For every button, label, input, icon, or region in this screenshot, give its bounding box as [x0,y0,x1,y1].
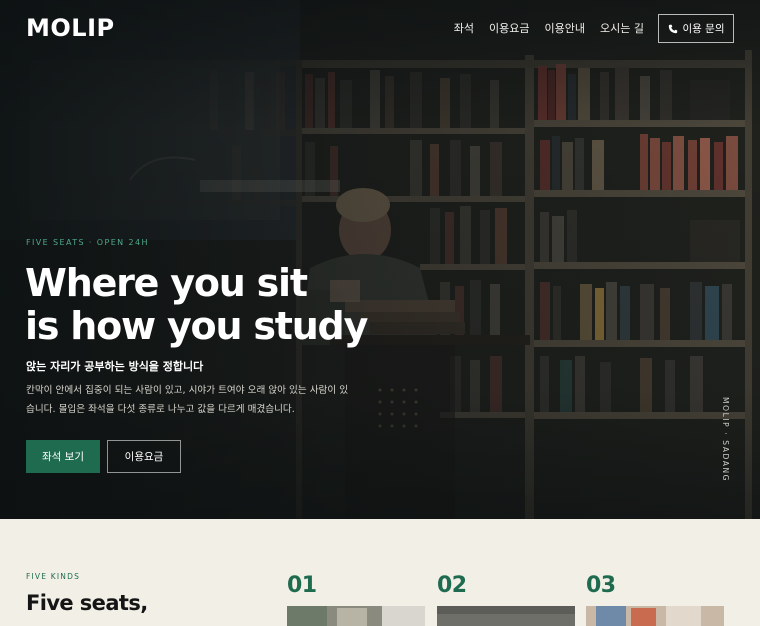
seat-card-image [287,606,425,626]
nav-link-guide[interactable]: 이용안내 [545,20,585,36]
seat-card[interactable]: 03 [586,573,724,626]
top-navigation: MOLIP 좌석 이용요금 이용안내 오시는 길 이용 문의 [0,0,760,58]
phone-icon [668,24,677,33]
inquiry-button[interactable]: 이용 문의 [658,14,734,43]
hero-headline: Where you sit is how you study [25,261,368,348]
seat-card-number: 02 [437,573,467,598]
brand-logo[interactable]: MOLIP [26,14,115,42]
pricing-button[interactable]: 이용요금 [107,440,181,473]
view-seats-button[interactable]: 좌석 보기 [26,440,100,473]
seat-card[interactable]: 02 [437,573,575,626]
nav-link-directions[interactable]: 오시는 길 [600,20,644,36]
seats-section: FIVE KINDS Five seats, 01 02 03 [0,519,760,626]
inquiry-button-label: 이용 문의 [682,23,725,35]
nav-link-seats[interactable]: 좌석 [454,20,474,36]
hero-description: 칸막이 안에서 집중이 되는 사람이 있고, 시야가 트여야 오래 앉아 있는 … [26,385,349,415]
nav-links: 좌석 이용요금 이용안내 오시는 길 [454,20,644,36]
seat-card-image [437,606,575,626]
seat-card-number: 01 [287,573,317,598]
hero-eyebrow: FIVE SEATS · OPEN 24H [26,238,149,247]
hero-subheading: 앉는 자리가 공부하는 방식을 정합니다 [26,360,204,373]
hero-section: MOLIP 좌석 이용요금 이용안내 오시는 길 이용 문의 FIVE SEAT… [0,0,760,519]
seats-section-eyebrow: FIVE KINDS [26,572,81,581]
hero-headline-line-2: is how you study [25,304,368,348]
nav-link-pricing[interactable]: 이용요금 [489,20,529,36]
seat-card-image [586,606,724,626]
hero-headline-line-1: Where you sit [25,261,308,305]
seats-section-title: Five seats, [26,591,148,615]
seat-card[interactable]: 01 [287,573,425,626]
seat-card-number: 03 [586,573,616,598]
location-vertical-label: MOLIP · SADANG [721,397,730,483]
